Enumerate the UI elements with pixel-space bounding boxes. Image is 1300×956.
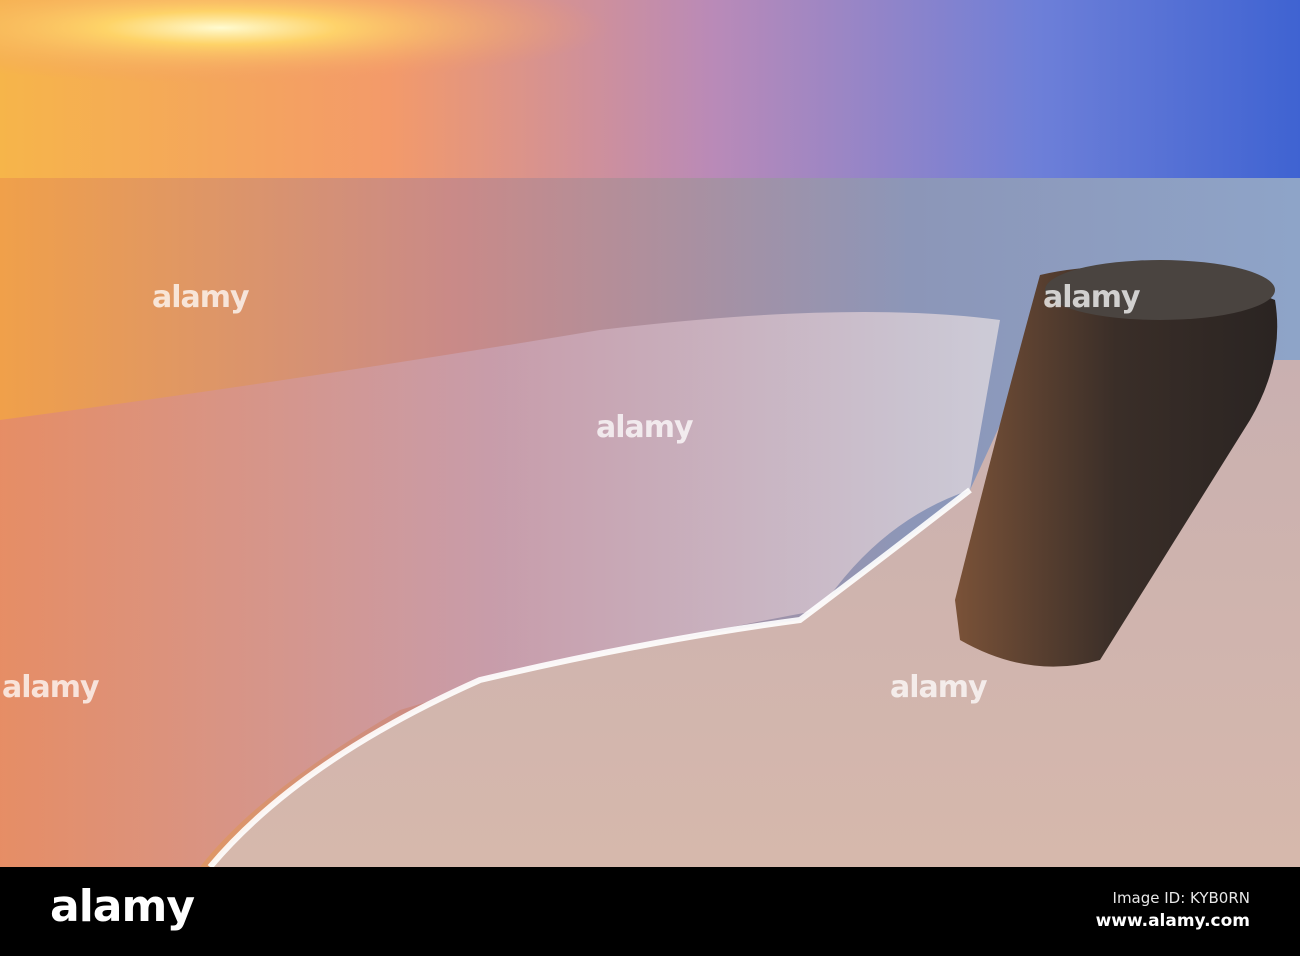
image-id: Image ID: KYB0RN: [1112, 889, 1250, 907]
watermark: alamy: [890, 670, 988, 705]
watermark: alamy: [2, 670, 100, 705]
watermark: alamy: [152, 280, 250, 315]
watermark: alamy: [1043, 280, 1141, 315]
watermark: alamy: [596, 410, 694, 445]
site-url: www.alamy.com: [1095, 911, 1250, 931]
alamy-logo: alamy: [50, 881, 195, 932]
footer-bar: alamy Image ID: KYB0RN www.alamy.com: [0, 867, 1300, 956]
